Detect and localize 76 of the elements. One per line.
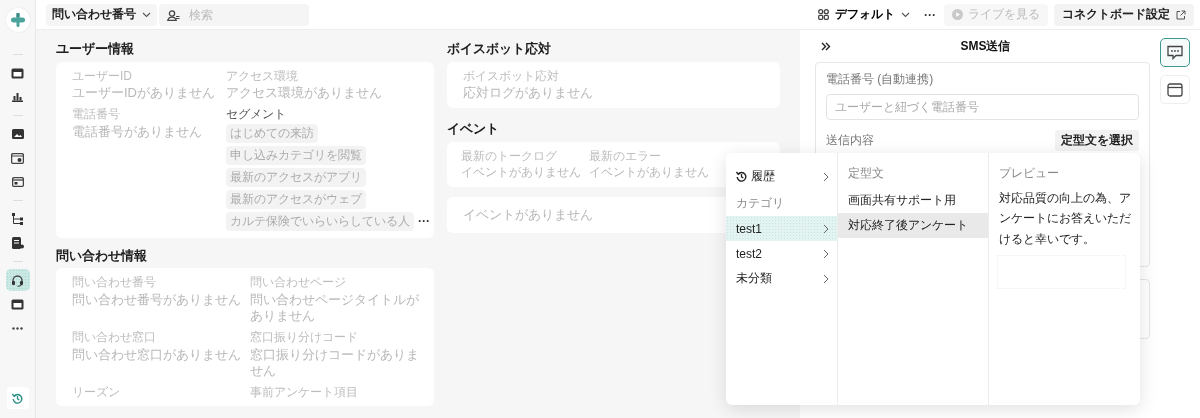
window-icon: [11, 177, 24, 187]
section-title: 問い合わせ情報: [56, 247, 147, 264]
category-item[interactable]: test2: [726, 241, 837, 266]
panel-tab[interactable]: [1160, 38, 1190, 67]
field-value: イベントがありません: [589, 165, 709, 181]
category-item[interactable]: test1: [726, 216, 837, 241]
section-title: イベント: [447, 121, 499, 137]
phone-input[interactable]: ユーザーと紐づく電話番号: [826, 94, 1139, 120]
history-button[interactable]: [6, 387, 29, 409]
browser-window-icon: [1167, 82, 1183, 97]
double-chevron-icon: [821, 42, 831, 51]
chevron-right-icon: [823, 223, 829, 234]
history-icon: [736, 171, 747, 182]
category-header: カテゴリ: [735, 195, 785, 212]
field-label: 最新のエラー: [589, 148, 661, 164]
connect-board-button[interactable]: コネクトボード設定: [1054, 3, 1194, 26]
field-value: アクセス環境がありません: [226, 85, 382, 102]
history-item[interactable]: 履歴: [726, 164, 837, 189]
grid-icon: [818, 9, 829, 20]
phone-label: 電話番号 (自動連携): [826, 71, 935, 88]
document-icon: [11, 237, 24, 249]
chevron-right-icon: [823, 171, 829, 182]
field-value: 電話番号がありません: [72, 123, 202, 140]
user-icon: [167, 9, 180, 21]
field-label: セグメント: [226, 107, 286, 122]
content-label: 送信内容: [826, 132, 874, 149]
chevron-down-icon: [901, 11, 910, 18]
external-link-icon: [1176, 9, 1186, 20]
image-icon: [11, 129, 24, 139]
field-value: 応対ログがありません: [463, 85, 593, 102]
template-header: 定型文: [847, 165, 885, 182]
calendar-icon: [11, 67, 24, 79]
segment-tag: はじめての来訪: [226, 123, 318, 143]
play-icon: [952, 9, 963, 20]
template-button[interactable]: 定型文を選択: [1055, 130, 1139, 151]
field-value: 問い合わせ番号がありません: [72, 291, 241, 308]
logo[interactable]: [5, 8, 30, 32]
field-label: リーズン: [72, 385, 120, 400]
chat-bubble-icon: [1167, 45, 1183, 60]
more-button[interactable]: ···: [918, 7, 942, 22]
template-item[interactable]: 対応終了後アンケート: [838, 213, 988, 238]
search-field[interactable]: 検索: [159, 3, 309, 26]
field-label: 問い合わせ番号: [72, 275, 156, 290]
template-item[interactable]: 画面共有サポート用: [838, 188, 988, 213]
field-label: アクセス環境: [226, 68, 298, 83]
chevron-right-icon: [823, 273, 829, 284]
section-title: ユーザー情報: [56, 41, 134, 57]
window-gear-icon: [11, 152, 24, 164]
section-title: ボイスボット応対: [447, 41, 551, 57]
category-item[interactable]: 未分類: [726, 266, 837, 291]
field-value: イベントがありません: [461, 165, 581, 181]
preview-header: プレビュー: [998, 165, 1060, 182]
more-icon: [12, 326, 23, 330]
field-label: 問い合わせ窓口: [72, 330, 156, 345]
calendar-icon: [11, 298, 24, 310]
logo-icon: [10, 12, 25, 28]
field-value: 問い合わせ窓口がありません: [72, 346, 241, 363]
segment-tag: 最新のアクセスがアプリ: [226, 167, 366, 187]
headset-icon: [11, 273, 24, 287]
flow-icon: [12, 213, 23, 225]
segment-tag: 申し込みカテゴリを閲覧: [226, 145, 366, 165]
segment-tag: カルテ保険でいらいらしている人: [226, 211, 414, 231]
field-label: 問い合わせページ: [250, 275, 346, 290]
history-icon: [12, 392, 23, 404]
empty-message: イベントがありません: [463, 207, 593, 224]
chevron-down-icon: [142, 11, 151, 18]
view-dropdown[interactable]: デフォルト: [812, 6, 916, 23]
preview-text: 対応品質の向上の為、アンケートにお答えいただけると幸いです。: [998, 190, 1132, 248]
inquiry-dropdown[interactable]: 問い合わせ番号: [46, 3, 157, 26]
nav-button[interactable]: [5, 269, 30, 291]
panel-title: SMS送信: [959, 38, 1012, 55]
more-tags[interactable]: ···: [418, 214, 430, 229]
chevron-right-icon: [823, 248, 829, 259]
bar-chart-icon: [12, 92, 23, 102]
segment-tag: 最新のアクセスがウェブ: [226, 189, 366, 209]
field-label: ユーザーID: [72, 68, 132, 83]
